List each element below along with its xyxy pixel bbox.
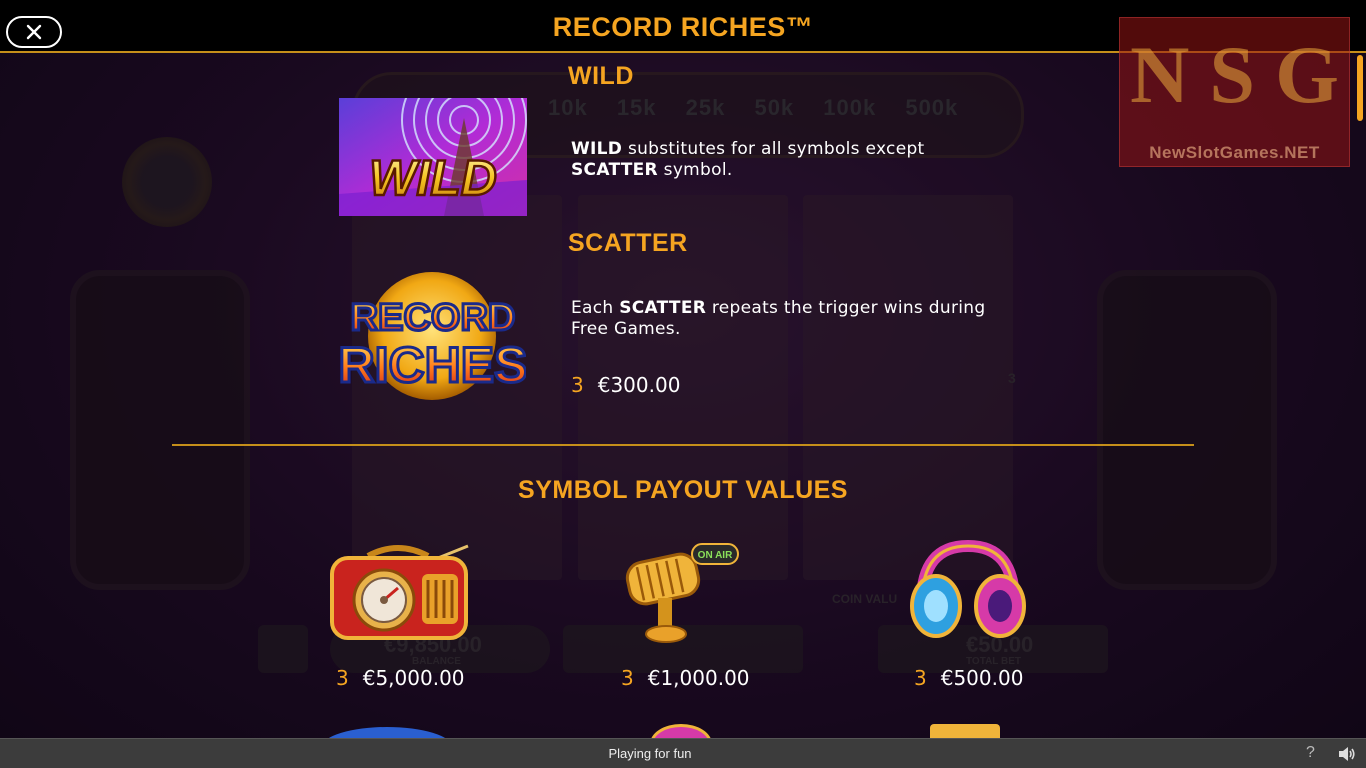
scatter-symbol: RECORD RICHES [337, 268, 529, 410]
watermark-letters: N S G [1120, 28, 1349, 122]
headphones-symbol [906, 539, 1030, 644]
wild-symbol-text: WILD [369, 150, 497, 206]
scatter-description: Each SCATTER repeats the trigger wins du… [571, 298, 985, 340]
watermark-letter-n: N [1130, 29, 1190, 120]
microphone-payout: 3 €1,000.00 [621, 666, 750, 690]
watermark-text: NewSlotGames.NET [1149, 143, 1320, 162]
wild-desc-text-1: substitutes for all symbols except [622, 139, 925, 159]
radio-pay-value: €5,000.00 [362, 666, 465, 690]
payout-heading: SYMBOL PAYOUT VALUES [518, 476, 848, 504]
radio-pay-count: 3 [336, 666, 349, 690]
wild-symbol: WILD [339, 57, 527, 216]
section-divider [172, 444, 1194, 446]
watermark-logo: N S G NewSlotGames.NET [1119, 17, 1350, 167]
watermark-letter-g: G [1275, 29, 1339, 120]
wild-desc-bold-2: SCATTER [571, 160, 658, 180]
next-symbol-partial-2 [650, 724, 712, 738]
next-symbol-partial-1 [322, 727, 452, 738]
help-icon[interactable]: ? [1306, 744, 1315, 762]
scatter-heading: SCATTER [568, 229, 688, 257]
radio-symbol [328, 540, 470, 644]
scrollbar-thumb[interactable] [1357, 55, 1363, 121]
scatter-desc-text-2: repeats the trigger wins during [706, 298, 986, 318]
scatter-desc-text-1: Each [571, 298, 620, 318]
headphones-pay-value: €500.00 [940, 666, 1024, 690]
scatter-logo-line2: RICHES [340, 337, 526, 393]
scatter-payout: 3 €300.00 [571, 373, 680, 397]
microphone-pay-count: 3 [621, 666, 634, 690]
footer-bar: Playing for fun ? [0, 738, 1366, 768]
next-symbol-partial-3 [930, 724, 1000, 738]
scatter-desc-bold: SCATTER [619, 298, 707, 318]
wild-description: WILD substitutes for all symbols except … [571, 139, 925, 181]
headphones-pay-count: 3 [914, 666, 927, 690]
sound-icon[interactable] [1338, 746, 1356, 766]
scatter-pay-value: €300.00 [597, 373, 681, 397]
watermark-letter-s: S [1209, 29, 1256, 120]
radio-payout: 3 €5,000.00 [336, 666, 465, 690]
scatter-pay-count: 3 [571, 373, 584, 397]
on-air-badge: ON AIR [698, 550, 733, 561]
scatter-logo-line1: RECORD [351, 297, 516, 339]
headphones-payout: 3 €500.00 [914, 666, 1023, 690]
play-mode-text: Playing for fun [608, 746, 692, 761]
microphone-pay-value: €1,000.00 [647, 666, 750, 690]
wild-desc-bold-1: WILD [571, 139, 623, 159]
microphone-symbol: ON AIR [614, 540, 742, 646]
wild-desc-text-2: symbol. [657, 160, 733, 180]
scatter-desc-text-3: Free Games. [571, 319, 681, 339]
wild-heading: WILD [568, 62, 634, 90]
